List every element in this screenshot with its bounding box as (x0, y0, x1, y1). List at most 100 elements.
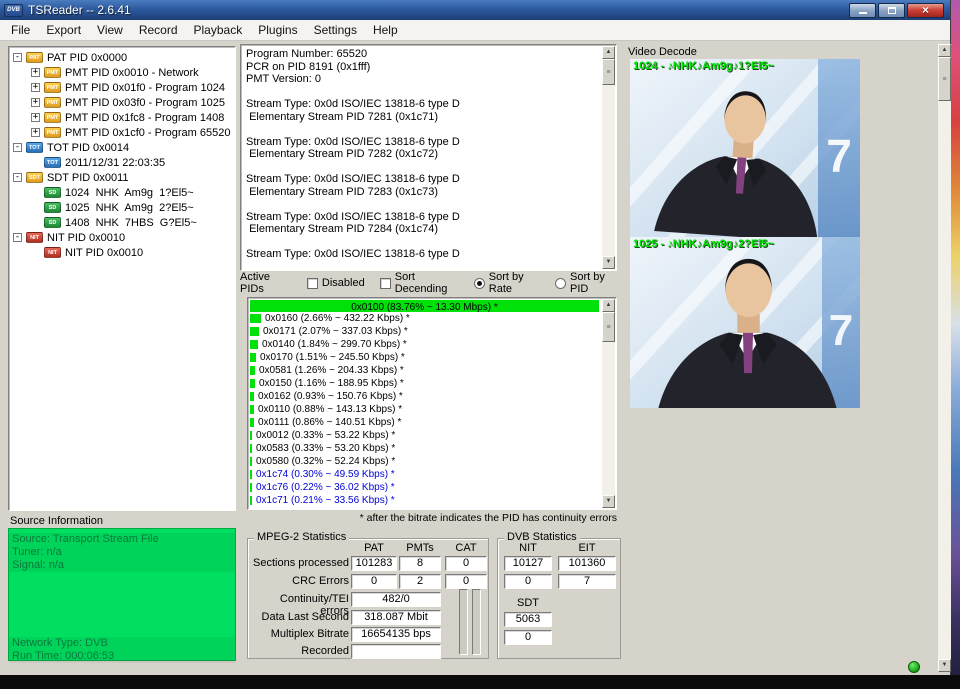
sort-option-disabled[interactable]: Disabled (307, 277, 365, 289)
tsreader-window: DVB TSReader -- 2.6.41 × FileExportViewR… (0, 0, 951, 675)
pid-row[interactable]: 0x0160 (2.66% ~ 432.22 Kbps) * (248, 312, 602, 325)
scrollbar-thumb[interactable] (602, 312, 615, 342)
scrollbar-thumb[interactable] (602, 59, 615, 85)
close-icon: × (922, 4, 929, 16)
scroll-down-icon[interactable]: ▼ (938, 659, 951, 672)
video-decode-label: Video Decode (628, 46, 697, 58)
menu-item-view[interactable]: View (89, 21, 131, 39)
pid-label: 0x0111 (0.86% ~ 140.51 Kbps) * (258, 417, 401, 428)
data-flow-indicator (908, 661, 920, 673)
pid-row[interactable]: 0x0171 (2.07% ~ 337.03 Kbps) * (248, 325, 602, 338)
pid-row[interactable]: 0x0580 (0.32% ~ 52.24 Kbps) * (248, 455, 602, 468)
stat-value: 8 (399, 556, 441, 571)
pid-label: 0x0171 (2.07% ~ 337.03 Kbps) * (263, 326, 408, 337)
expand-minus-icon[interactable]: - (13, 143, 22, 152)
column-header-eit: EIT (558, 542, 616, 554)
scroll-up-icon[interactable]: ▲ (602, 46, 615, 59)
expand-plus-icon[interactable]: + (31, 128, 40, 137)
source-info-line: Network Type: DVB (9, 637, 235, 650)
tree-item[interactable]: +PMTPMT PID 0x03f0 - Program 1025 (9, 95, 235, 110)
pmt-table-icon: PMT (44, 67, 61, 78)
menu-item-file[interactable]: File (3, 21, 38, 39)
stat-label-multiplex-bitrate: Multiplex Bitrate (250, 628, 349, 640)
tree-item[interactable]: -PATPAT PID 0x0000 (9, 50, 235, 65)
expand-minus-icon[interactable]: - (13, 53, 22, 62)
menu-item-playback[interactable]: Playback (186, 21, 251, 39)
tree-item[interactable]: SD1024 NHK Am9g 1?El5~ (9, 185, 235, 200)
tree-item[interactable]: NITNIT PID 0x0010 (9, 245, 235, 260)
pid-label: 0x0583 (0.33% ~ 53.20 Kbps) * (256, 443, 395, 454)
tree-item[interactable]: +PMTPMT PID 0x01f0 - Program 1024 (9, 80, 235, 95)
menu-item-plugins[interactable]: Plugins (250, 21, 305, 39)
active-pids-label: Active PIDs (240, 271, 292, 295)
menu-item-record[interactable]: Record (131, 21, 186, 39)
stat-value: 0 (504, 630, 552, 645)
stat-value (351, 644, 441, 659)
sort-option-sort-by-pid[interactable]: Sort by PID (555, 271, 617, 295)
stat-value: 101360 (558, 556, 616, 571)
source-info-line (9, 572, 235, 585)
tree-item[interactable]: +PMTPMT PID 0x1cf0 - Program 65520 (9, 125, 235, 140)
tree-item[interactable]: -TOTTOT PID 0x0014 (9, 140, 235, 155)
expand-minus-icon[interactable]: - (13, 233, 22, 242)
bitrate-bar (250, 314, 261, 323)
video-thumbnail-1025: 7 1025 - ♪NHK♪Am9g♪2?El5~ (630, 237, 860, 408)
tree-item[interactable]: TOT2011/12/31 22:03:35 (9, 155, 235, 170)
pid-row[interactable]: 0x0581 (1.26% ~ 204.33 Kbps) * (248, 364, 602, 377)
dvb-statistics-group: DVB Statistics NIT EIT 10127 101360 0 7 … (497, 538, 621, 659)
title-bar[interactable]: DVB TSReader -- 2.6.41 × (0, 0, 950, 20)
expand-plus-icon[interactable]: + (31, 98, 40, 107)
scroll-down-icon[interactable]: ▼ (602, 256, 615, 269)
menu-item-help[interactable]: Help (365, 21, 406, 39)
minimize-button[interactable] (849, 3, 876, 18)
tree-item[interactable]: -NITNIT PID 0x0010 (9, 230, 235, 245)
expand-plus-icon[interactable]: + (31, 113, 40, 122)
sd-table-icon: SD (44, 202, 61, 213)
pid-row[interactable]: 0x1c71 (0.21% ~ 33.56 Kbps) * (248, 494, 602, 507)
pid-row[interactable]: 0x1c76 (0.22% ~ 36.02 Kbps) * (248, 481, 602, 494)
expand-plus-icon[interactable]: + (31, 68, 40, 77)
pid-row[interactable]: 0x0111 (0.86% ~ 140.51 Kbps) * (248, 416, 602, 429)
pid-row[interactable]: 0x0150 (1.16% ~ 188.95 Kbps) * (248, 377, 602, 390)
expand-plus-icon[interactable]: + (31, 83, 40, 92)
scroll-down-icon[interactable]: ▼ (602, 495, 615, 508)
tree-item[interactable]: SD1025 NHK Am9g 2?El5~ (9, 200, 235, 215)
pid-row[interactable]: 0x0583 (0.33% ~ 53.20 Kbps) * (248, 442, 602, 455)
tree-item[interactable]: SD1408 NHK 7HBS G?El5~ (9, 215, 235, 230)
expand-minus-icon[interactable]: - (13, 173, 22, 182)
pid-row[interactable]: 0x1c74 (0.30% ~ 49.59 Kbps) * (248, 468, 602, 481)
maximize-button[interactable] (878, 3, 905, 18)
source-information-panel: Source: Transport Stream FileTuner: n/aS… (8, 528, 236, 661)
pid-list-scrollbar[interactable]: ▲ ▼ (602, 299, 615, 508)
tree-item[interactable]: +PMTPMT PID 0x1fc8 - Program 1408 (9, 110, 235, 125)
scroll-up-icon[interactable]: ▲ (938, 44, 951, 57)
scroll-up-icon[interactable]: ▲ (602, 299, 615, 312)
stat-label-sections-processed: Sections processed (250, 557, 349, 569)
active-pids-list[interactable]: 0x0100 (83.76% ~ 13.30 Mbps) *0x0160 (2.… (247, 297, 617, 510)
program-info-scrollbar[interactable]: ▲ ▼ (602, 46, 615, 269)
sd-table-icon: SD (44, 217, 61, 228)
menu-item-export[interactable]: Export (38, 21, 89, 39)
video-panel-scrollbar[interactable]: ▲ ▼ (938, 44, 951, 672)
scrollbar-thumb[interactable] (938, 57, 951, 101)
pmt-table-icon: PMT (44, 127, 61, 138)
sort-option-sort-by-rate[interactable]: Sort by Rate (474, 271, 540, 295)
pid-row[interactable]: 0x0012 (0.33% ~ 53.22 Kbps) * (248, 429, 602, 442)
pid-tree-panel[interactable]: -PATPAT PID 0x0000+PMTPMT PID 0x0010 - N… (8, 46, 236, 511)
stat-label-crc-errors: CRC Errors (250, 575, 349, 587)
menu-item-settings[interactable]: Settings (306, 21, 365, 39)
stat-value: 2 (399, 574, 441, 589)
sort-option-sort-decending[interactable]: Sort Decending (380, 271, 459, 295)
video-frame-graphic: 7 (630, 237, 860, 408)
close-button[interactable]: × (907, 3, 944, 18)
pid-row[interactable]: 0x0140 (1.84% ~ 299.70 Kbps) * (248, 338, 602, 351)
pid-label: 0x0580 (0.32% ~ 52.24 Kbps) * (256, 456, 395, 467)
pid-row[interactable]: 0x0162 (0.93% ~ 150.76 Kbps) * (248, 390, 602, 403)
tree-item[interactable]: -SDTSDT PID 0x0011 (9, 170, 235, 185)
pid-row[interactable]: 0x0170 (1.51% ~ 245.50 Kbps) * (248, 351, 602, 364)
tree-item[interactable]: +PMTPMT PID 0x0010 - Network (9, 65, 235, 80)
pid-row[interactable]: 0x0100 (83.76% ~ 13.30 Mbps) * (248, 299, 602, 312)
program-info-text: Program Number: 65520 PCR on PID 8191 (0… (241, 45, 602, 270)
pid-row[interactable]: 0x0110 (0.88% ~ 143.13 Kbps) * (248, 403, 602, 416)
pid-tree: -PATPAT PID 0x0000+PMTPMT PID 0x0010 - N… (9, 47, 235, 260)
